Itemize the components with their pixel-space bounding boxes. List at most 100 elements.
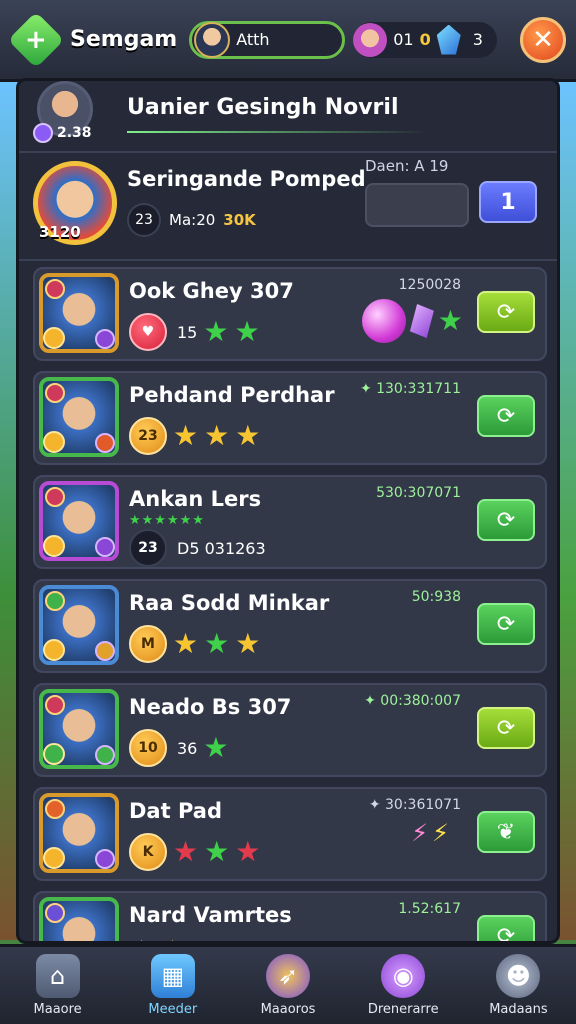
class-badge-icon <box>45 903 65 923</box>
refresh-button[interactable]: ⟳ <box>477 915 535 941</box>
list-item[interactable]: Raa Sodd Minkar 50:938 M ★ ★ ★ ⟳ <box>33 579 547 673</box>
star-icon: ★ <box>204 419 230 452</box>
class-badge-icon <box>45 279 65 299</box>
nav-label: Meeder <box>148 1002 198 1017</box>
resource-bar[interactable]: 01 0 3 <box>353 21 497 58</box>
player-score: 1250028 <box>398 277 461 293</box>
star-icon: ★ <box>173 419 199 452</box>
element-badge-icon <box>95 433 115 453</box>
nav-creatures[interactable]: ◉ Drenerarre <box>346 947 461 1024</box>
nav-label: Maaore <box>33 1002 82 1017</box>
player-avatar <box>39 689 119 769</box>
class-badge-icon <box>45 591 65 611</box>
player-score: ✦ 00:380:007 <box>364 693 461 709</box>
player-stats: ♥ 15 ★ ★ <box>129 313 260 351</box>
element-badge-icon <box>95 329 115 349</box>
leaderboard-icon: ▦ <box>150 954 195 998</box>
leaf-button[interactable]: ❦ <box>477 811 535 853</box>
profile-icon: ☻ <box>496 954 541 998</box>
friend-avatar <box>353 22 388 57</box>
level-badge: 23 <box>129 417 167 455</box>
player-name: Pehdand Perdhar <box>129 383 335 407</box>
top-bar: + Semgam Atth 01 0 3 ✕ <box>0 0 576 82</box>
player-profile-pill[interactable]: Atth <box>189 20 346 59</box>
player-stats-2: 23 D5 031263 <box>129 529 266 567</box>
list-item[interactable]: Ook Ghey 307 1250028 ♥ 15 ★ ★ ★ ⟳ <box>33 267 547 361</box>
refresh-button[interactable]: ⟳ <box>477 291 535 333</box>
refresh-button[interactable]: ⟳ <box>477 707 535 749</box>
nav-label: Maaoros <box>260 1002 316 1017</box>
leaderboard-title: Uanier Gesingh Novril <box>127 95 399 120</box>
player-count: 15 <box>177 322 198 342</box>
header-rank: 2.38 <box>33 123 92 143</box>
star-icon: ★ <box>203 315 229 348</box>
player-name: Atth <box>236 30 270 49</box>
nav-leaderboard[interactable]: ▦ Meeder <box>115 947 230 1024</box>
player-stats: M ★ ★ ★ <box>129 625 260 663</box>
level-badge: K <box>129 833 167 871</box>
gem-icon <box>436 24 461 55</box>
refresh-button[interactable]: ⟳ <box>477 603 535 645</box>
heart-icon: ♥ <box>129 313 167 351</box>
player-stats: ★★★★★★ <box>129 513 205 528</box>
star-icon: ★ <box>160 937 185 942</box>
reward-items: ★ <box>361 299 463 343</box>
featured-rank-label: 3120 <box>39 223 81 241</box>
star-icon: ★ <box>173 835 199 868</box>
player-score: 530:307071 <box>376 485 461 501</box>
app-title: Semgam <box>70 27 178 52</box>
star-icon: ★ <box>129 937 154 942</box>
list-item[interactable]: Nard Vamrtes 1.52:617 ★ ★ ⟳ <box>33 891 547 942</box>
player-count: D5 031263 <box>177 538 266 558</box>
coin-badge-icon <box>43 639 65 661</box>
player-stats: ★ ★ <box>129 937 185 942</box>
player-name: Dat Pad <box>129 799 222 823</box>
player-name: Ankan Lers <box>129 487 262 511</box>
level-badge: 10 <box>129 729 167 767</box>
player-score: ✦ 30:361071 <box>368 797 461 813</box>
class-badge-icon <box>45 383 65 403</box>
featured-ma: Ma:20 <box>169 211 216 229</box>
list-item[interactable]: Pehdand Perdhar ✦ 130:331711 23 ★ ★ ★ ⟳ <box>33 371 547 465</box>
refresh-button[interactable]: ⟳ <box>477 395 535 437</box>
class-badge-icon <box>45 695 65 715</box>
nav-home[interactable]: ⌂ Maaore <box>0 947 115 1024</box>
rank-button[interactable]: 1 <box>479 181 537 223</box>
level-badge: M <box>129 625 167 663</box>
gem-count: 3 <box>472 30 483 49</box>
rating-stars: ★★★★★★ <box>129 513 205 528</box>
featured-name: Seringande Pomped <box>127 167 366 191</box>
player-score: ✦ 130:331711 <box>359 381 461 397</box>
home-icon: ⌂ <box>35 954 80 998</box>
featured-score-field[interactable] <box>365 183 469 227</box>
featured-player: 3120 Seringande Pomped 23 Ma:20 30K Daen… <box>19 153 557 261</box>
close-button[interactable]: ✕ <box>520 16 566 63</box>
star-icon: ★ <box>235 627 261 660</box>
coin-badge-icon <box>43 743 65 765</box>
player-avatar <box>39 377 119 457</box>
player-score: 50:938 <box>411 589 461 605</box>
nav-explore[interactable]: ➶ Maaoros <box>230 947 345 1024</box>
star-icon: ★ <box>235 419 261 452</box>
resource-count: 01 <box>393 30 414 49</box>
app-logo-icon: + <box>7 11 65 68</box>
leaderboard-header: 2.38 Uanier Gesingh Novril <box>19 81 557 153</box>
list-item[interactable]: Dat Pad ✦ 30:361071 K ★ ★ ★ ⚡ ⚡ ❦ <box>33 787 547 881</box>
nav-profile[interactable]: ☻ Madaans <box>461 947 576 1024</box>
list-item[interactable]: Neado Bs 307 ✦ 00:380:007 10 36 ★ ⟳ <box>33 683 547 777</box>
element-badge-icon <box>95 745 115 765</box>
player-name: Nard Vamrtes <box>129 903 292 927</box>
refresh-button[interactable]: ⟳ <box>477 499 535 541</box>
element-badge-icon <box>95 641 115 661</box>
star-icon: ★ <box>204 835 230 868</box>
list-item[interactable]: Ankan Lers 530:307071 ★★★★★★ 23 D5 03126… <box>33 475 547 569</box>
star-icon: ★ <box>203 731 229 764</box>
bolt-icon: ⚡ <box>432 819 449 847</box>
rank-orb-icon <box>33 123 53 143</box>
player-score: 1.52:617 <box>398 901 461 917</box>
player-avatar <box>39 481 119 561</box>
player-name: Neado Bs 307 <box>129 695 292 719</box>
orb-icon <box>361 299 406 343</box>
featured-rank: 3120 <box>39 223 81 241</box>
crystal-icon <box>409 304 434 338</box>
